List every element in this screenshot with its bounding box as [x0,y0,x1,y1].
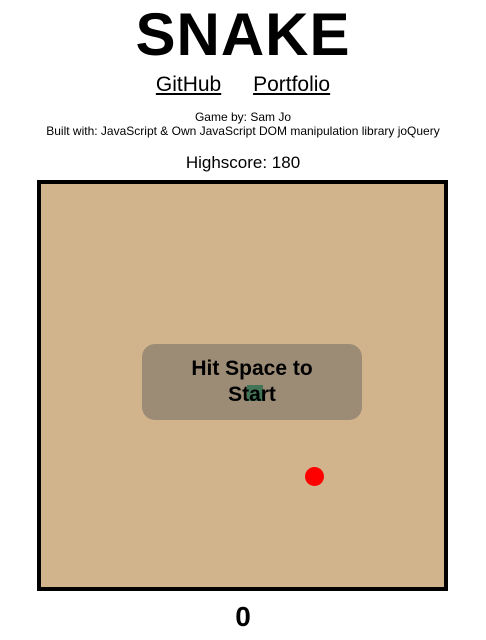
built-with-credit: Built with: JavaScript & Own JavaScript … [46,124,440,138]
author-credit: Game by: Sam Jo [194,110,292,124]
portfolio-link[interactable]: Portfolio [253,73,330,96]
start-overlay: Hit Space to Start [142,344,362,420]
game-board[interactable]: Hit Space to Start [37,180,448,591]
highscore-label: Highscore: 180 [185,153,301,172]
food-pellet [305,467,324,486]
game-title: SNAKE [135,1,351,68]
link-bar: GitHub Portfolio [0,72,486,98]
current-score: 0 [235,601,251,632]
start-message: Hit Space to Start [191,357,313,406]
credits: Game by: Sam Jo Built with: JavaScript &… [0,110,486,138]
github-link[interactable]: GitHub [156,73,221,96]
